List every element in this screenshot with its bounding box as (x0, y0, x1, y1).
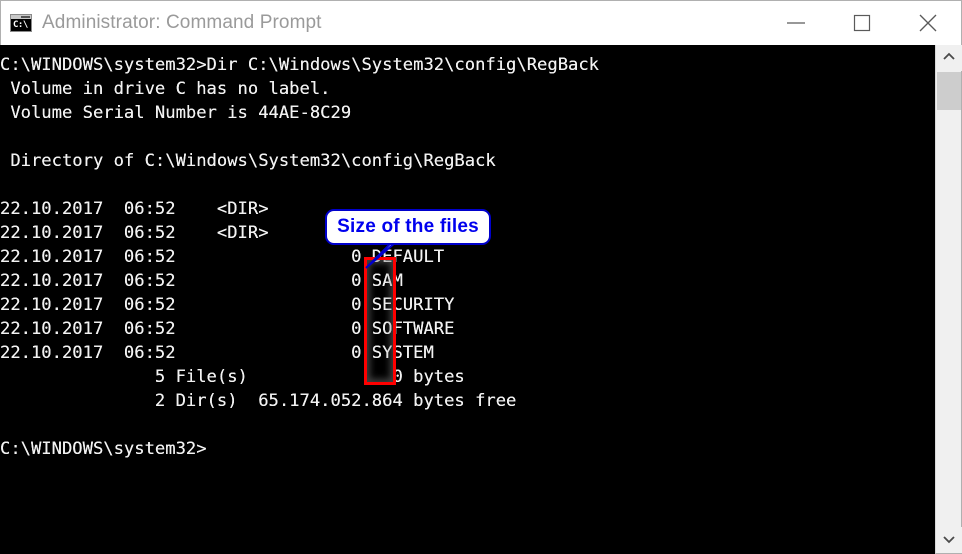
maximize-button[interactable] (829, 1, 895, 45)
minimize-icon (784, 17, 808, 29)
scroll-down-button[interactable] (936, 527, 962, 553)
title-bar[interactable]: C:\ Administrator: Command Prompt (0, 0, 962, 45)
command-prompt-icon[interactable]: C:\ (10, 14, 32, 32)
chevron-down-icon (942, 531, 956, 549)
maximize-icon (852, 13, 872, 33)
scrollbar-thumb[interactable] (937, 72, 961, 110)
scroll-up-button[interactable] (936, 45, 962, 71)
vertical-scrollbar[interactable] (935, 45, 962, 554)
window-controls (763, 1, 961, 46)
window-title: Administrator: Command Prompt (42, 12, 322, 33)
console-text: C:\WINDOWS\system32>Dir C:\Windows\Syste… (0, 55, 600, 459)
minimize-button[interactable] (763, 1, 829, 45)
close-button[interactable] (895, 1, 961, 45)
command-prompt-window: C:\ Administrator: Command Prompt C:\WIN… (0, 0, 962, 554)
close-icon (916, 11, 940, 35)
icon-prompt-glyph: C:\ (13, 20, 28, 30)
console-output-area[interactable]: C:\WINDOWS\system32>Dir C:\Windows\Syste… (0, 45, 935, 554)
chevron-up-icon (942, 49, 956, 67)
